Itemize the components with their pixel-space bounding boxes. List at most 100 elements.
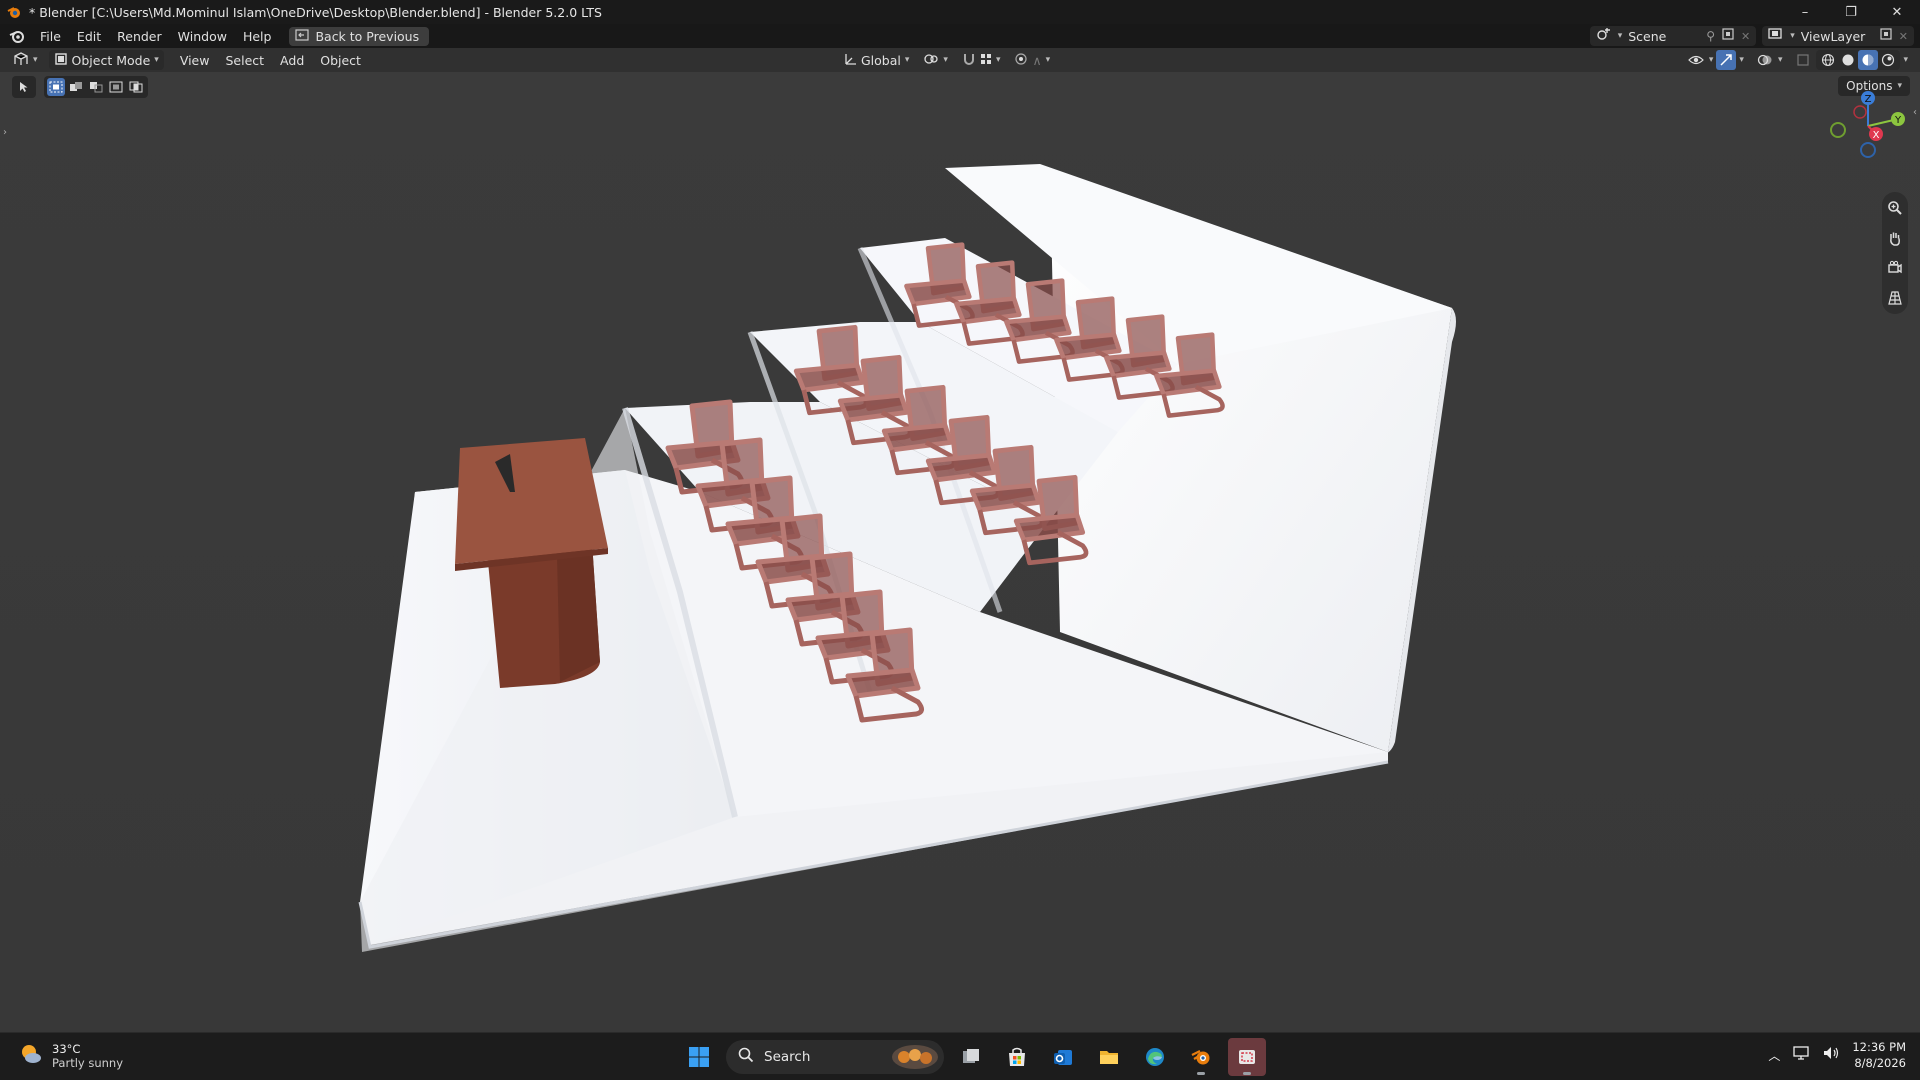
navigation-tools	[1882, 192, 1908, 314]
view-layer-name-field[interactable]	[1800, 28, 1873, 44]
pivot-icon	[923, 52, 939, 69]
navigation-gizmo[interactable]: Z Y X	[1818, 88, 1908, 160]
3d-viewport[interactable]: Options ▾ › ‹ Z Y X	[0, 72, 1920, 1032]
chevron-down-icon: ▾	[33, 55, 38, 65]
perspective-grid-icon[interactable]	[1883, 286, 1907, 310]
chevron-down-icon: ▾	[904, 55, 910, 65]
menu-window[interactable]: Window	[170, 24, 235, 48]
menu-help[interactable]: Help	[235, 24, 280, 48]
mode-selector[interactable]: Object Mode ▾	[48, 50, 164, 70]
select-subtract-icon[interactable]	[87, 78, 105, 96]
rendered-shading-icon[interactable]	[1878, 50, 1898, 70]
top-menu-bar: File Edit Render Window Help Back to Pre…	[0, 24, 1920, 48]
transform-orientation-selector[interactable]: Global ▾	[838, 50, 914, 70]
snipping-tool-icon[interactable]	[1228, 1038, 1266, 1076]
taskbar-search[interactable]: Search	[726, 1040, 944, 1074]
gizmo-toggle-icon[interactable]	[1716, 50, 1737, 70]
gizmo-neg-z[interactable]	[1860, 142, 1876, 158]
windows-taskbar: 33°C Partly sunny Search ︿ 12:36 PM 8/8/…	[0, 1032, 1920, 1080]
select-intersect-icon[interactable]	[127, 78, 145, 96]
overlays-toggle-icon[interactable]	[1755, 50, 1775, 70]
wireframe-shading-icon[interactable]	[1818, 50, 1838, 70]
magnet-icon	[962, 52, 976, 69]
system-clock[interactable]: 12:36 PM 8/8/2026	[1852, 1039, 1906, 1071]
scene-render	[0, 72, 1920, 1032]
volume-icon[interactable]	[1822, 1045, 1840, 1065]
chevron-down-icon[interactable]: ▾	[1709, 55, 1714, 65]
selection-mode-group	[44, 76, 148, 98]
clock-time: 12:36 PM	[1852, 1040, 1906, 1054]
chevron-down-icon[interactable]: ▾	[1739, 55, 1744, 65]
chevron-down-icon[interactable]: ▾	[1903, 55, 1908, 65]
gizmo-neg-y[interactable]	[1830, 122, 1846, 138]
solid-shading-icon[interactable]	[1838, 50, 1858, 70]
cursor-select-icon[interactable]	[15, 78, 33, 96]
search-label: Search	[764, 1049, 811, 1065]
material-preview-shading-icon[interactable]	[1858, 50, 1879, 70]
chevron-down-icon[interactable]: ▾	[1778, 55, 1783, 65]
toolbar-expand-icon[interactable]: ›	[0, 122, 10, 142]
show-hidden-icons-chevron[interactable]: ︿	[1768, 1047, 1780, 1064]
pivot-point-selector[interactable]: ▾	[918, 50, 953, 70]
3d-viewport-icon	[13, 51, 29, 69]
blender-taskbar-icon[interactable]	[1182, 1038, 1220, 1076]
network-icon[interactable]	[1792, 1045, 1810, 1065]
new-scene-icon[interactable]	[1721, 27, 1735, 45]
orientation-label: Global	[861, 52, 901, 68]
scene-selector[interactable]: ▾ ⚲ ✕	[1589, 26, 1757, 46]
back-to-previous-button[interactable]: Back to Previous	[289, 26, 430, 46]
blender-menu-icon[interactable]	[2, 24, 32, 48]
microsoft-store-icon[interactable]	[998, 1038, 1036, 1076]
select-new-icon[interactable]	[47, 78, 65, 96]
select-extend-icon[interactable]	[67, 78, 85, 96]
close-button[interactable]: ✕	[1874, 0, 1920, 24]
back-to-previous-label: Back to Previous	[315, 28, 420, 44]
shading-mode-group	[1816, 50, 1901, 70]
gizmo-neg-x[interactable]	[1853, 105, 1867, 119]
task-view-icon[interactable]	[952, 1038, 990, 1076]
chevron-down-icon: ▾	[943, 55, 948, 65]
clock-date: 8/8/2026	[1854, 1056, 1906, 1070]
sidebar-expand-icon[interactable]: ‹	[1910, 102, 1920, 122]
gizmo-x-label: X	[1873, 130, 1880, 141]
orientation-axes-icon	[843, 52, 857, 69]
falloff-curve-icon: ∧	[1032, 52, 1042, 68]
menu-file[interactable]: File	[32, 24, 69, 48]
mode-label: Object Mode	[71, 52, 151, 68]
window-title: * Blender [C:\Users\Md.Mominul Islam\One…	[29, 4, 602, 20]
new-view-layer-icon[interactable]	[1879, 27, 1893, 45]
file-explorer-icon[interactable]	[1090, 1038, 1128, 1076]
chevron-down-icon: ▾	[1790, 31, 1795, 41]
pin-icon[interactable]: ⚲	[1706, 29, 1715, 43]
weather-widget[interactable]: 33°C Partly sunny	[18, 1041, 123, 1071]
proportional-editing-toggle[interactable]: ∧ ▾	[1009, 50, 1055, 70]
pan-hand-icon[interactable]	[1883, 226, 1907, 250]
xray-toggle-icon[interactable]	[1793, 50, 1813, 70]
maximize-button[interactable]: ❐	[1828, 0, 1874, 24]
tool-header	[12, 76, 148, 98]
menu-render[interactable]: Render	[109, 24, 170, 48]
snap-grid-icon	[980, 53, 992, 68]
zoom-icon[interactable]	[1883, 196, 1907, 220]
visibility-icon[interactable]	[1686, 50, 1706, 70]
outlook-icon[interactable]	[1044, 1038, 1082, 1076]
viewport-header: ▾ Object Mode ▾ View Select Add Object G…	[0, 48, 1920, 72]
start-button[interactable]	[680, 1038, 718, 1076]
select-invert-icon[interactable]	[107, 78, 125, 96]
minimize-button[interactable]: –	[1782, 0, 1828, 24]
delete-view-layer-icon[interactable]: ✕	[1899, 30, 1908, 43]
chevron-down-icon: ▾	[154, 55, 159, 65]
scene-name-field[interactable]	[1628, 28, 1701, 44]
camera-view-icon[interactable]	[1883, 256, 1907, 280]
menu-edit[interactable]: Edit	[69, 24, 109, 48]
view-layer-selector[interactable]: ▾ ✕	[1762, 26, 1914, 46]
menu-view[interactable]: View	[172, 48, 218, 72]
menu-object[interactable]: Object	[312, 48, 369, 72]
menu-add[interactable]: Add	[272, 48, 312, 72]
menu-select[interactable]: Select	[217, 48, 272, 72]
delete-scene-icon[interactable]: ✕	[1741, 30, 1750, 43]
edge-browser-icon[interactable]	[1136, 1038, 1174, 1076]
editor-type-button[interactable]: ▾	[8, 50, 43, 70]
search-highlight-icon	[890, 1043, 940, 1075]
snap-toggle[interactable]: ▾	[957, 50, 1006, 70]
